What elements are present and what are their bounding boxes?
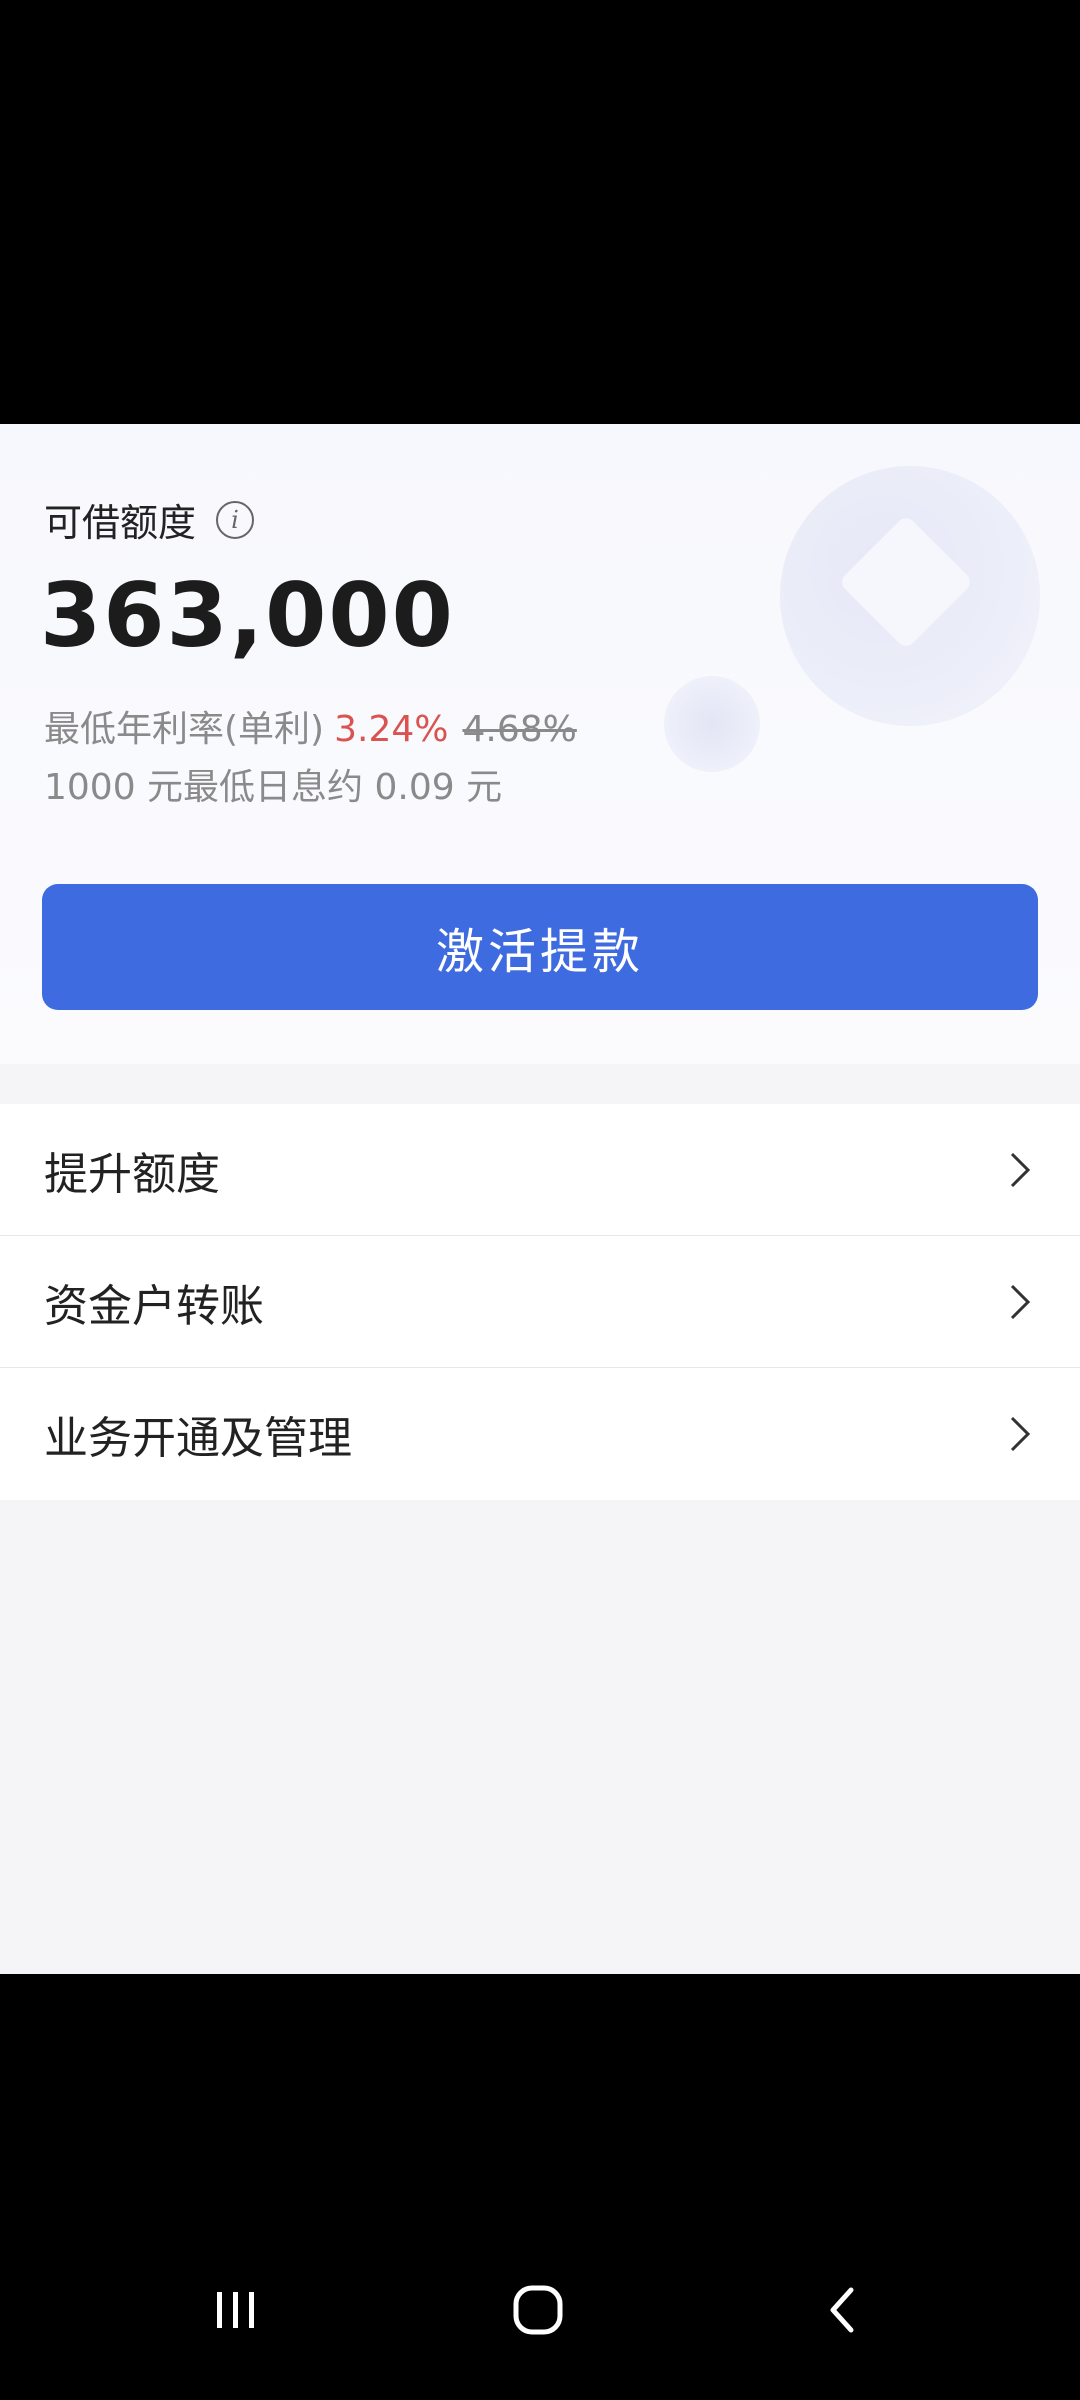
- chevron-right-icon: [1000, 1414, 1040, 1454]
- menu-list: 提升额度 资金户转账 业务开通及管理: [0, 1104, 1080, 1500]
- menu-item-label: 提升额度: [44, 1148, 220, 1200]
- daily-interest-text: 1000 元最低日息约 0.09 元: [44, 767, 503, 808]
- system-nav-bar: [0, 2250, 1080, 2400]
- activate-withdraw-button[interactable]: 激活提款: [42, 884, 1038, 1010]
- info-icon[interactable]: i: [216, 500, 255, 539]
- back-icon[interactable]: [782, 2250, 902, 2370]
- rate-original: 4.68%: [462, 709, 577, 750]
- credit-amount: 363,000: [40, 564, 455, 667]
- menu-item-label: 业务开通及管理: [44, 1413, 352, 1464]
- menu-item-fund-transfer[interactable]: 资金户转账: [0, 1236, 1080, 1368]
- credit-limit-label-row: 可借额度 i: [44, 492, 255, 547]
- rate-current: 3.24%: [334, 709, 449, 750]
- rate-prefix: 最低年利率(单利): [44, 709, 325, 750]
- decoration-small-circle: [664, 676, 760, 772]
- rate-row: 最低年利率(单利) 3.24% 4.68%: [44, 700, 577, 752]
- menu-item-business-management[interactable]: 业务开通及管理: [0, 1368, 1080, 1500]
- menu-item-label: 资金户转账: [44, 1280, 264, 1332]
- recents-icon[interactable]: [176, 2250, 296, 2370]
- chevron-right-icon: [1000, 1150, 1040, 1190]
- credit-limit-label: 可借额度: [44, 501, 197, 545]
- home-icon[interactable]: [478, 2250, 598, 2370]
- credit-card: 可借额度 i 363,000 最低年利率(单利) 3.24% 4.68% 1000 …: [0, 424, 1080, 1064]
- chevron-right-icon: [1000, 1282, 1040, 1322]
- app-screen: 可借额度 i 363,000 最低年利率(单利) 3.24% 4.68% 1000 …: [0, 424, 1080, 1974]
- menu-item-raise-limit[interactable]: 提升额度: [0, 1104, 1080, 1236]
